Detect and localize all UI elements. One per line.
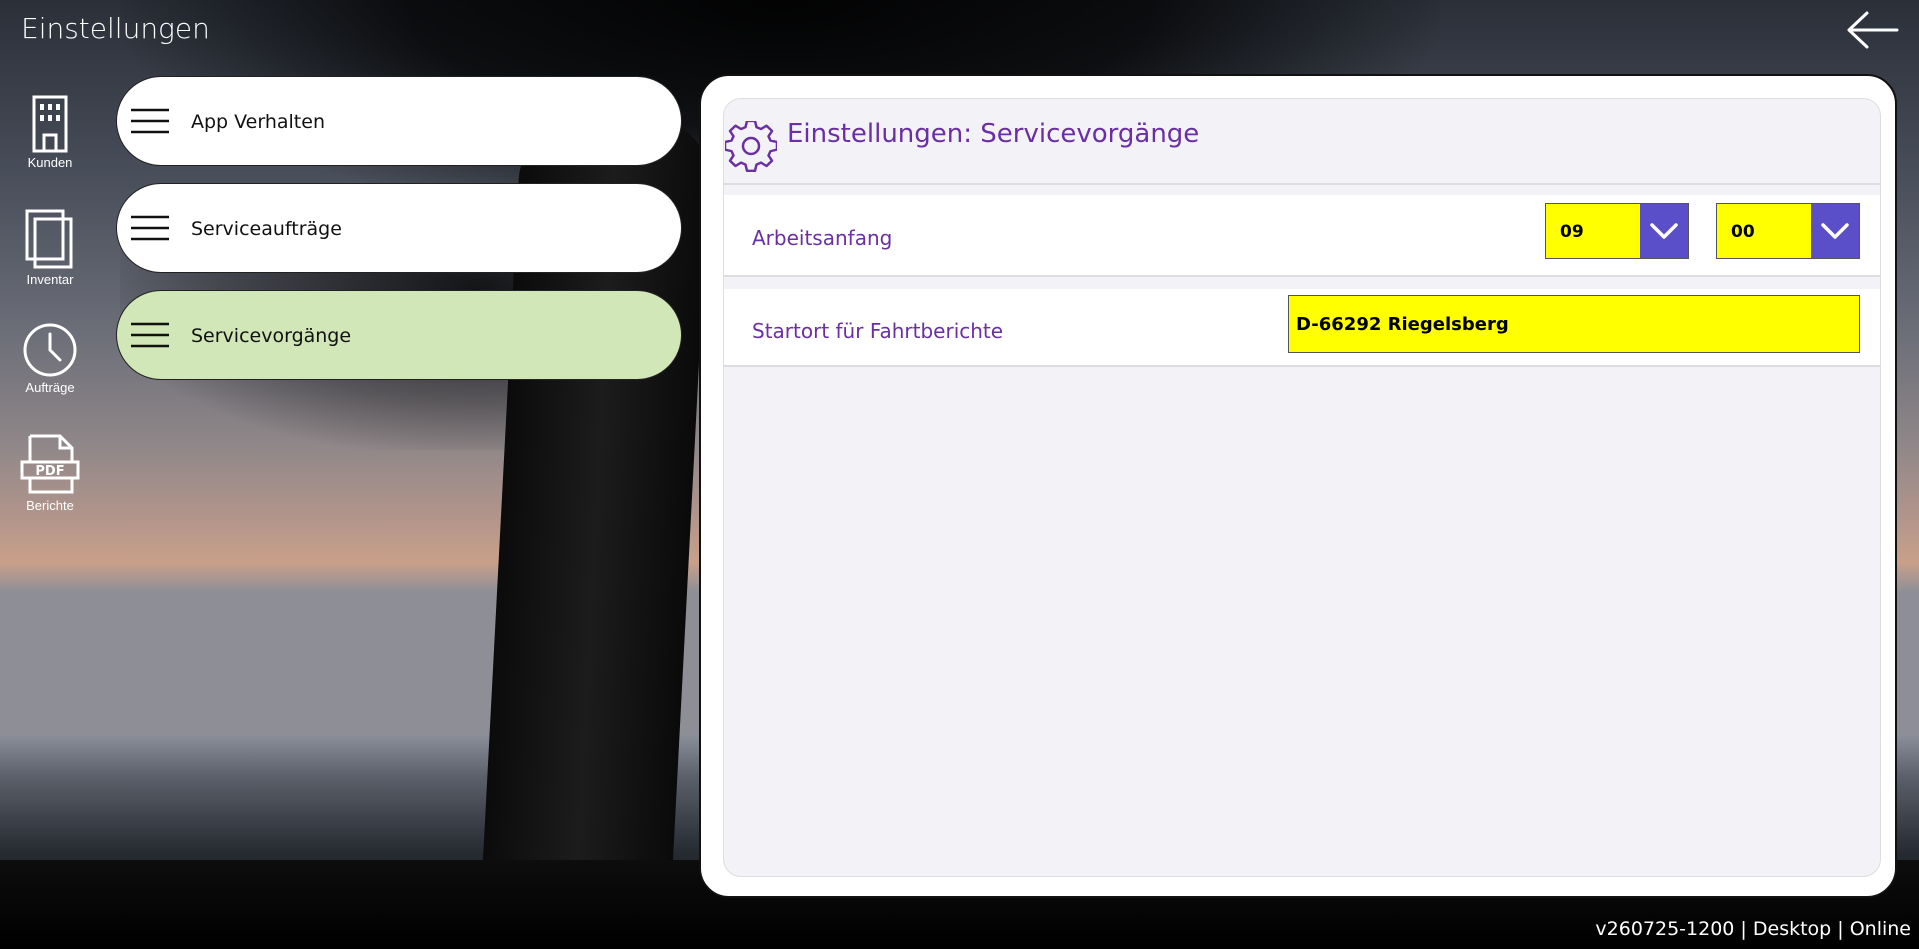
minute-select-value: 00 bbox=[1731, 222, 1755, 242]
menu-item-label: Servicevorgänge bbox=[191, 325, 352, 347]
hour-select[interactable]: 09 bbox=[1545, 203, 1689, 259]
startort-input-value: D-66292 Riegelsberg bbox=[1296, 314, 1509, 335]
hamburger-icon bbox=[131, 322, 169, 348]
menu-item-app-verhalten[interactable]: App Verhalten bbox=[116, 76, 682, 166]
svg-text:PDF: PDF bbox=[35, 464, 64, 479]
hour-select-value: 09 bbox=[1560, 222, 1584, 242]
rail-label: Aufträge bbox=[25, 380, 75, 395]
hamburger-icon bbox=[131, 215, 169, 241]
status-bar: v260725-1200 | Desktop | Online bbox=[1595, 918, 1911, 940]
setting-label: Arbeitsanfang bbox=[752, 226, 893, 250]
page-title: Einstellungen bbox=[21, 12, 210, 45]
panel-title: Einstellungen: Servicevorgänge bbox=[787, 119, 1200, 149]
chevron-down-icon bbox=[1650, 223, 1678, 239]
rail-label: Inventar bbox=[26, 272, 74, 287]
menu-item-servicevorgaenge[interactable]: Servicevorgänge bbox=[116, 290, 682, 380]
rail-item-inventar[interactable]: Inventar bbox=[10, 208, 90, 287]
settings-panel-body: Einstellungen: Servicevorgänge Arbeitsan… bbox=[723, 98, 1881, 877]
settings-panel: Einstellungen: Servicevorgänge Arbeitsan… bbox=[699, 74, 1897, 898]
hour-dropdown-button[interactable] bbox=[1640, 204, 1688, 258]
setting-row-arbeitsanfang: Arbeitsanfang 09 00 bbox=[724, 195, 1880, 277]
startort-input[interactable]: D-66292 Riegelsberg bbox=[1288, 295, 1860, 353]
rail-item-kunden[interactable]: Kunden bbox=[10, 95, 90, 170]
minute-select[interactable]: 00 bbox=[1716, 203, 1860, 259]
chevron-down-icon bbox=[1821, 223, 1849, 239]
arrow-left-icon bbox=[1847, 11, 1899, 49]
documents-icon bbox=[25, 209, 73, 269]
rail-item-auftraege[interactable]: Aufträge bbox=[10, 322, 90, 395]
building-icon bbox=[32, 95, 68, 153]
setting-row-startort: Startort für Fahrtberichte D-66292 Riege… bbox=[724, 289, 1880, 367]
clock-icon bbox=[23, 323, 77, 377]
gear-icon bbox=[725, 121, 777, 173]
rail-label: Kunden bbox=[27, 155, 73, 170]
rail-label: Berichte bbox=[26, 498, 74, 513]
panel-header: Einstellungen: Servicevorgänge bbox=[724, 99, 1880, 185]
menu-item-label: App Verhalten bbox=[191, 111, 325, 133]
hamburger-icon bbox=[131, 108, 169, 134]
menu-item-serviceauftraege[interactable]: Serviceaufträge bbox=[116, 183, 682, 273]
menu-item-label: Serviceaufträge bbox=[191, 218, 342, 240]
rail-item-berichte[interactable]: PDF Berichte bbox=[10, 432, 90, 513]
setting-label: Startort für Fahrtberichte bbox=[752, 319, 1004, 343]
pdf-icon: PDF bbox=[20, 434, 80, 494]
minute-dropdown-button[interactable] bbox=[1811, 204, 1859, 258]
back-button[interactable] bbox=[1845, 10, 1899, 50]
